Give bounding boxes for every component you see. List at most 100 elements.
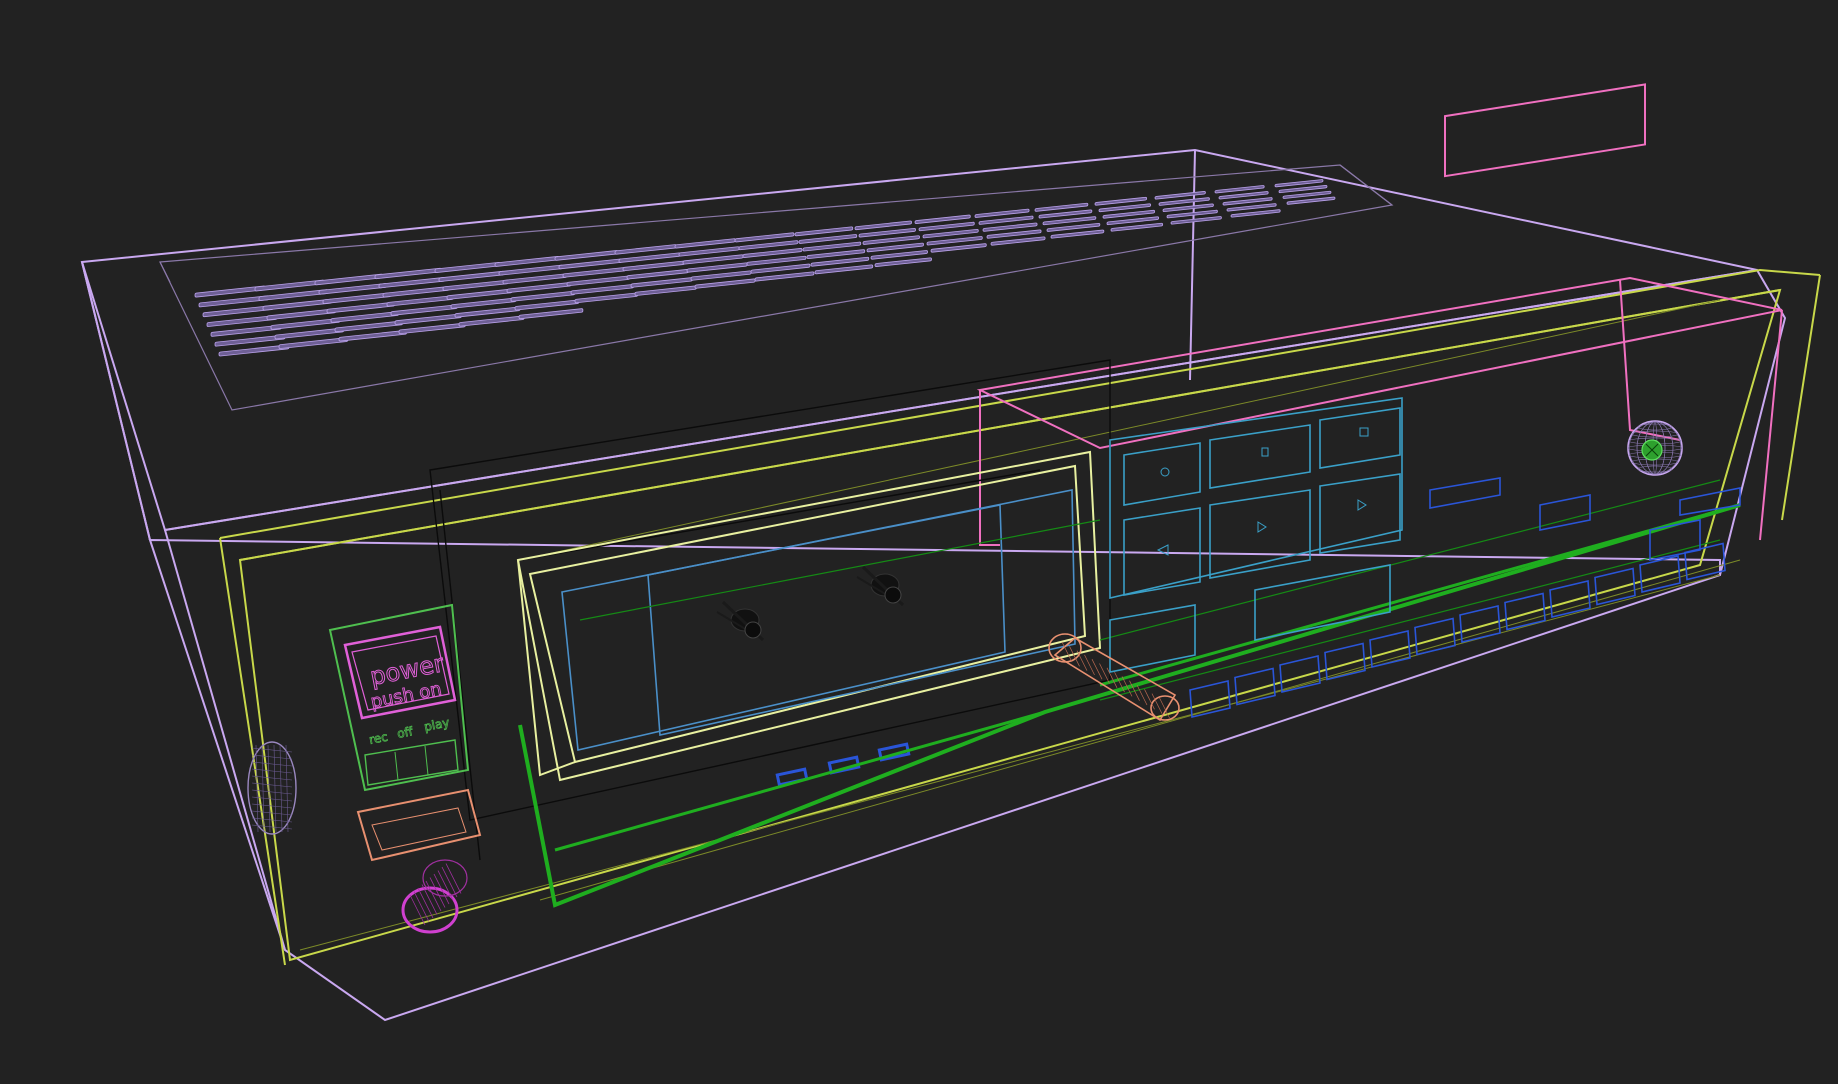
vent-slot <box>918 221 975 232</box>
vent-slot <box>914 214 971 224</box>
vent-slot <box>214 334 286 347</box>
key-rec-mute[interactable] <box>1319 407 1401 469</box>
vent-slot <box>1034 202 1089 212</box>
vent-slot <box>1106 216 1160 226</box>
copper-slot-inner <box>371 807 467 851</box>
vent-slot <box>330 311 399 323</box>
vent-slot <box>754 271 815 282</box>
green-thin-1 <box>579 519 1101 621</box>
vent-slot <box>982 222 1038 232</box>
vent-slot <box>446 288 513 300</box>
bezel-front-face <box>238 288 1782 962</box>
play-glyph <box>1257 521 1267 533</box>
pink-frames <box>976 83 1783 546</box>
rail-upper <box>554 710 1046 852</box>
vent-slot <box>382 286 450 298</box>
vent-slot <box>338 330 407 342</box>
vent-slot <box>1278 185 1328 194</box>
vent-slot <box>1214 185 1265 194</box>
vent-slot <box>798 234 858 244</box>
mode-rec-label: rec <box>368 730 389 747</box>
pause-glyph <box>1261 447 1269 457</box>
indicator-slots <box>775 742 911 787</box>
hatch-line <box>425 880 442 912</box>
vent-slot <box>518 308 584 320</box>
vent-slot <box>218 344 290 357</box>
right-control-1[interactable] <box>1429 477 1501 509</box>
reel-hub-left-center <box>744 621 762 639</box>
green-thin-2 <box>1099 479 1721 641</box>
vent-grille <box>194 179 1336 357</box>
vent-slot <box>514 299 580 311</box>
side-knob[interactable] <box>247 741 297 835</box>
vent-slot <box>1286 196 1336 205</box>
mode-play-label: play <box>423 715 451 734</box>
inner-line-a <box>439 489 481 861</box>
vent-slot <box>326 301 395 314</box>
vent-slot <box>374 267 442 280</box>
hatch-line <box>251 803 293 809</box>
vent-slot <box>1218 191 1269 200</box>
bezel-inner-line-2 <box>539 559 1741 901</box>
ff-glyph <box>1357 499 1367 511</box>
cassette-window <box>561 489 1076 751</box>
vent-slot <box>194 285 266 298</box>
vent-slot <box>270 318 341 330</box>
vent-slot <box>686 262 748 273</box>
vent-slot <box>1102 209 1156 219</box>
hatch-line <box>251 768 293 774</box>
vent-slot <box>390 304 458 316</box>
vent-slot <box>502 273 568 285</box>
vent-slot <box>806 249 866 260</box>
lower-key-row <box>1189 542 1726 718</box>
hatch-line <box>417 887 434 919</box>
top-panel-depth-right <box>1339 164 1393 206</box>
vent-slot <box>1098 203 1152 213</box>
vent-slot <box>1094 196 1148 206</box>
vent-slot <box>1226 203 1277 212</box>
vent-slot <box>694 278 756 289</box>
mode-slider-divider-1 <box>394 751 399 781</box>
mode-slider[interactable] <box>364 739 459 786</box>
vent-slot <box>1166 209 1218 219</box>
vent-slot <box>314 273 383 286</box>
inner-chassis <box>429 359 1111 821</box>
magenta-knob-face[interactable] <box>401 886 459 934</box>
key-play[interactable] <box>1209 489 1311 579</box>
hatch-line <box>1091 659 1103 680</box>
vent-slot <box>870 250 928 260</box>
vent-slot <box>622 260 685 272</box>
vent-slot <box>682 254 744 265</box>
key-ff[interactable] <box>1319 473 1401 554</box>
vent-slot <box>986 229 1042 239</box>
rail-main <box>518 503 1741 908</box>
mode-slider-divider-2 <box>424 745 429 776</box>
vent-slot <box>858 227 916 238</box>
bezel-left-vertical <box>219 537 286 966</box>
vent-slot <box>274 327 345 340</box>
vent-slot <box>802 241 862 252</box>
vent-slot <box>262 298 333 311</box>
mode-off-label: off <box>396 724 415 741</box>
level-knob[interactable] <box>1627 420 1683 476</box>
vent-slot <box>690 270 752 281</box>
rec-mute-glyph <box>1359 427 1369 437</box>
case-bottom-rear <box>81 261 151 541</box>
key-pause[interactable] <box>1209 424 1311 489</box>
vent-slot <box>618 252 681 263</box>
hatch-line <box>445 863 462 894</box>
vent-slot <box>814 264 874 275</box>
vent-slot <box>1162 203 1214 213</box>
bezel-right-vertical <box>1781 274 1821 521</box>
vent-slot <box>434 261 501 273</box>
vent-slot <box>738 240 799 251</box>
vent-slot <box>626 269 689 280</box>
power-switch[interactable]: power push on rec off play <box>328 603 470 792</box>
vent-slot <box>978 215 1034 225</box>
vent-slot <box>266 308 337 321</box>
input-knob-assembly[interactable] <box>356 788 482 934</box>
vent-slot <box>974 208 1030 218</box>
key-glyphs <box>1156 427 1369 556</box>
right-control-4[interactable] <box>1679 487 1741 516</box>
vent-slot <box>674 238 736 249</box>
